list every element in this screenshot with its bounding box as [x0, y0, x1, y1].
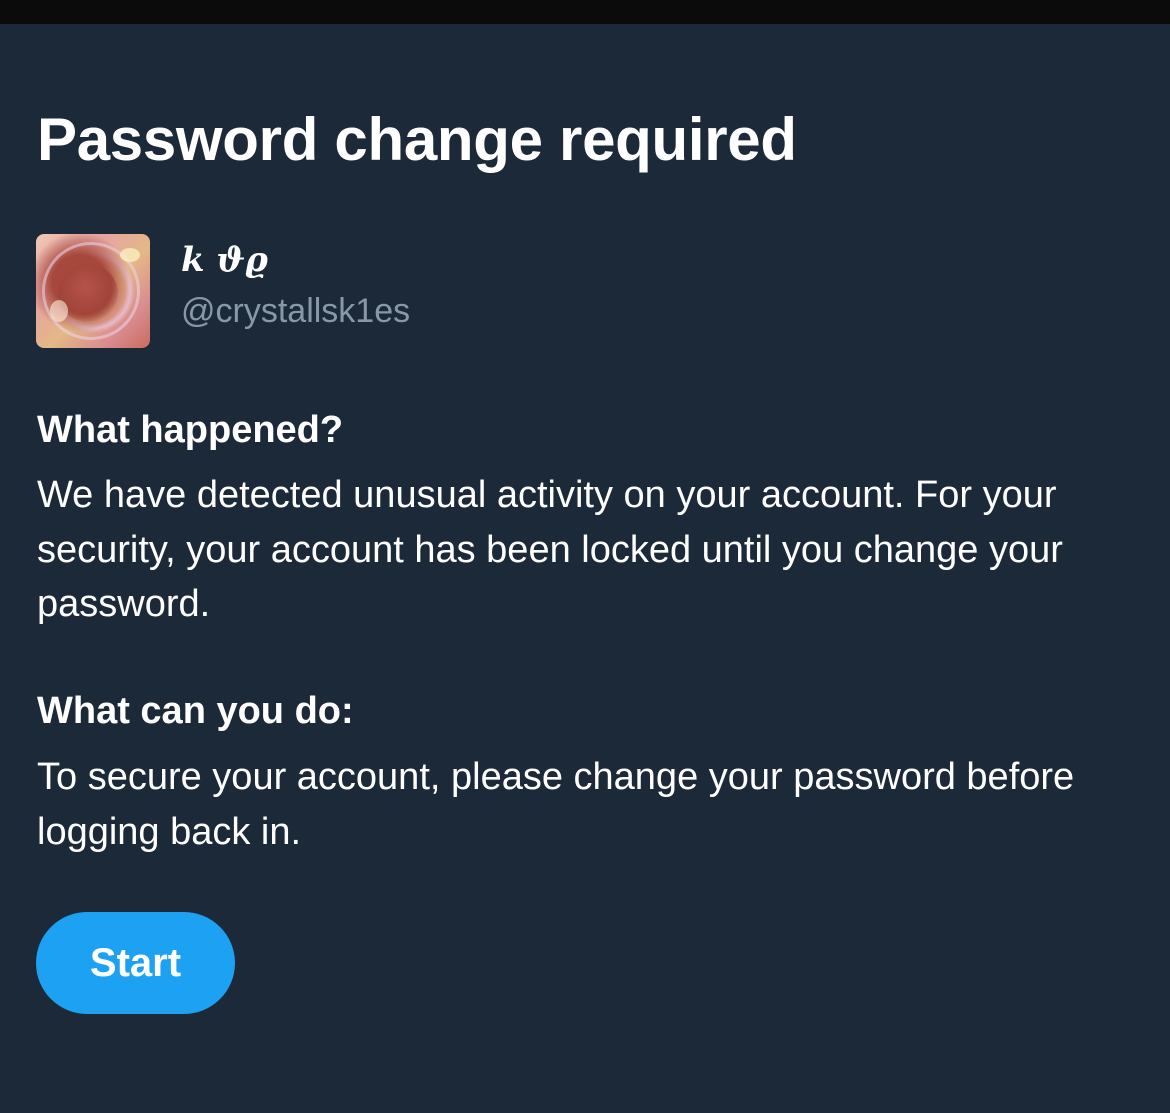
status-bar [0, 0, 1170, 24]
what-happened-text: We have detected unusual activity on you… [37, 474, 1063, 625]
start-button[interactable]: Start [36, 912, 235, 1014]
what-can-you-do-text: To secure your account, please change yo… [37, 756, 1075, 853]
avatar-photo-highlight [120, 248, 140, 262]
account-handle: @crystallsk1es [181, 292, 411, 330]
page-title: Password change required [37, 106, 797, 173]
what-happened-heading: What happened? [37, 409, 344, 451]
avatar [36, 234, 150, 348]
account-display-name: 𝒌 ϑϱ [181, 240, 268, 280]
what-can-you-do-heading: What can you do: [37, 690, 354, 732]
avatar-photo-highlight [50, 300, 68, 322]
